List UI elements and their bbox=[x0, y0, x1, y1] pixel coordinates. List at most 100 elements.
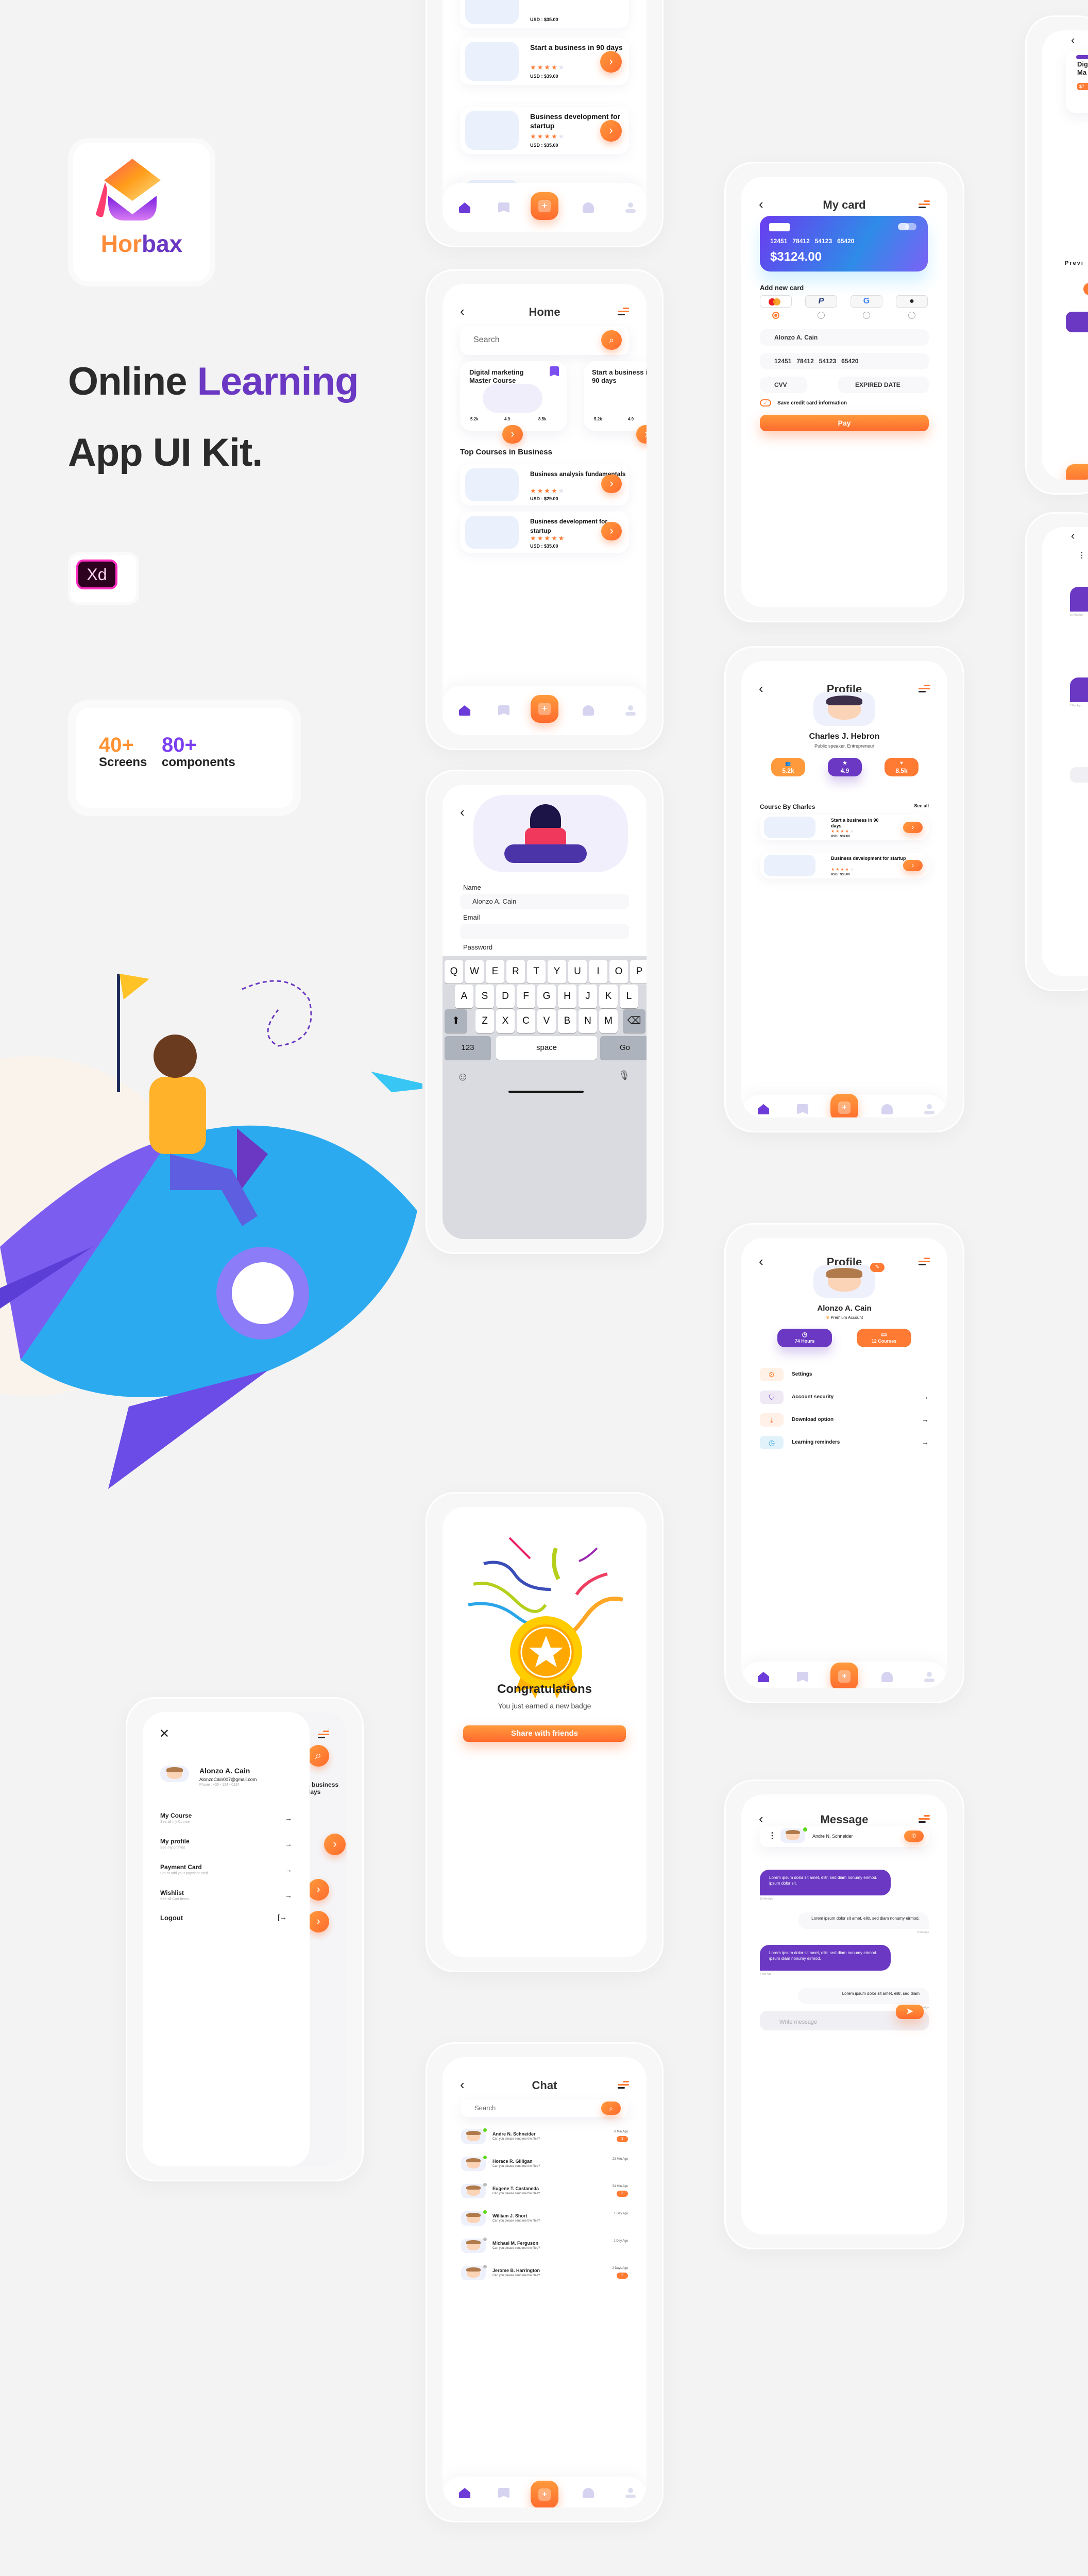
bookmark-icon[interactable] bbox=[498, 2488, 509, 2498]
more-options-icon[interactable]: ⋮ bbox=[768, 1831, 776, 1841]
save-card-checkbox[interactable]: ✓ bbox=[760, 399, 771, 406]
search-input[interactable]: Search ⌕ bbox=[460, 326, 629, 355]
key-o[interactable]: O bbox=[609, 960, 628, 984]
add-button[interactable]: + bbox=[531, 2481, 558, 2507]
key-b[interactable]: B bbox=[558, 1009, 576, 1033]
profile-menu-item[interactable]: ◷ Learning reminders → bbox=[760, 1436, 929, 1449]
add-button[interactable]: + bbox=[830, 1094, 858, 1117]
open-course-button[interactable]: › bbox=[601, 522, 622, 540]
courses-stat[interactable]: ▭ 12 Courses bbox=[857, 1329, 911, 1347]
key-i[interactable]: I bbox=[589, 960, 607, 984]
menu-icon[interactable] bbox=[919, 685, 930, 693]
menu-icon[interactable] bbox=[919, 1258, 930, 1266]
shift-key[interactable]: ⬆ bbox=[445, 1009, 467, 1033]
user-icon[interactable] bbox=[924, 1104, 935, 1114]
home-icon[interactable] bbox=[459, 705, 470, 716]
bookmark-icon[interactable] bbox=[498, 705, 509, 716]
credit-card[interactable]: 12451 78412 54123 65420 $3124.00 bbox=[760, 216, 928, 272]
cardholder-field[interactable]: Alonzo A. Cain bbox=[760, 329, 929, 346]
key-s[interactable]: S bbox=[475, 985, 494, 1008]
bell-icon[interactable] bbox=[881, 1104, 893, 1114]
key-h[interactable]: H bbox=[558, 985, 576, 1008]
search-icon[interactable]: ⌕ bbox=[601, 330, 622, 350]
key-w[interactable]: W bbox=[465, 960, 484, 984]
bell-icon[interactable] bbox=[583, 2488, 594, 2498]
user-icon[interactable] bbox=[625, 705, 636, 716]
radio-apple[interactable] bbox=[908, 312, 915, 319]
likes-stat[interactable]: ♥ 8.5k bbox=[885, 758, 919, 776]
cvv-field[interactable]: CVV bbox=[760, 377, 807, 393]
preview-play-button[interactable] bbox=[1083, 283, 1088, 295]
logout-icon[interactable]: [→ bbox=[278, 1913, 287, 1921]
user-icon[interactable] bbox=[625, 2488, 636, 2498]
list-item[interactable]: Start a business in 90 days ★★★★★ USD : … bbox=[460, 38, 629, 85]
open-course-button[interactable]: › bbox=[600, 51, 622, 73]
add-button[interactable]: + bbox=[531, 192, 558, 220]
open-course-button[interactable]: › bbox=[903, 822, 923, 833]
menu-icon[interactable] bbox=[919, 200, 930, 209]
list-item[interactable]: Business development for startup ★★★★★ U… bbox=[760, 853, 929, 878]
call-button[interactable]: ✆ bbox=[904, 1831, 924, 1842]
search-input[interactable]: Search ⌕ bbox=[461, 2099, 628, 2117]
home-icon[interactable] bbox=[758, 1672, 769, 1682]
profile-menu-item[interactable]: ⚙ Settings bbox=[760, 1368, 929, 1381]
key-p[interactable]: P bbox=[630, 960, 647, 984]
menu-icon[interactable] bbox=[618, 2081, 629, 2089]
back-icon[interactable]: ‹ bbox=[1071, 33, 1075, 47]
edit-avatar-button[interactable]: ✎ bbox=[870, 1263, 885, 1272]
name-field[interactable]: Alonzo A. Cain bbox=[460, 894, 629, 909]
rating-stat[interactable]: ★ 4.9 bbox=[828, 758, 862, 776]
hours-stat[interactable]: ◷ 74 Hours bbox=[777, 1329, 832, 1347]
open-course-button[interactable]: › bbox=[502, 425, 523, 444]
radio-paypal[interactable] bbox=[818, 312, 825, 319]
list-item[interactable]: Business development for startup ★★★★★ U… bbox=[460, 512, 629, 553]
open-course-button[interactable]: › bbox=[903, 860, 923, 871]
key-d[interactable]: D bbox=[496, 985, 515, 1008]
menu-icon[interactable] bbox=[919, 1815, 930, 1823]
emoji-icon[interactable]: ☺ bbox=[457, 1070, 468, 1083]
bell-icon[interactable] bbox=[881, 1672, 893, 1682]
open-course-button[interactable]: › bbox=[636, 425, 647, 444]
drawer-item[interactable]: My profile See my profiles → bbox=[160, 1838, 292, 1855]
key-y[interactable]: Y bbox=[548, 960, 566, 984]
user-icon[interactable] bbox=[924, 1672, 935, 1682]
add-button[interactable]: + bbox=[531, 695, 558, 723]
logout-button[interactable]: Logout bbox=[160, 1914, 183, 1922]
key-k[interactable]: K bbox=[599, 985, 618, 1008]
key-a[interactable]: A bbox=[455, 985, 473, 1008]
key-l[interactable]: L bbox=[620, 985, 638, 1008]
message-input[interactable] bbox=[1070, 767, 1088, 783]
radio-mastercard[interactable] bbox=[772, 312, 779, 319]
key-f[interactable]: F bbox=[517, 985, 535, 1008]
back-icon[interactable]: ‹ bbox=[460, 805, 465, 819]
key-v[interactable]: V bbox=[537, 1009, 556, 1033]
radio-google[interactable] bbox=[863, 312, 870, 319]
key-e[interactable]: E bbox=[486, 960, 504, 984]
enroll-button[interactable] bbox=[1066, 464, 1088, 480]
bookmark-icon[interactable] bbox=[797, 1672, 808, 1682]
chat-row[interactable]: Michael M. Ferguson Can you please send … bbox=[461, 2238, 628, 2254]
chat-row[interactable]: Eugene T. Castaneda Can you please send … bbox=[461, 2183, 628, 2199]
list-item[interactable]: Start a business in 90 days ★★★★★ USD : … bbox=[760, 815, 929, 840]
bookmark-icon[interactable] bbox=[498, 202, 509, 213]
drawer-item[interactable]: Payment Card Set or add your payment car… bbox=[160, 1863, 292, 1881]
home-icon[interactable] bbox=[459, 2488, 470, 2498]
payment-apple[interactable]: ● bbox=[896, 295, 928, 308]
close-icon[interactable]: ✕ bbox=[159, 1726, 169, 1741]
students-stat[interactable]: 👥 5.2k bbox=[771, 758, 805, 776]
home-icon[interactable] bbox=[758, 1104, 769, 1114]
bookmark-icon[interactable] bbox=[797, 1104, 808, 1114]
bell-icon[interactable] bbox=[583, 202, 594, 213]
key-q[interactable]: Q bbox=[445, 960, 463, 984]
featured-course-card[interactable]: Start a business in 90 days 5.2k 4.9 › bbox=[584, 361, 647, 444]
email-field[interactable] bbox=[460, 924, 629, 939]
home-icon[interactable] bbox=[459, 202, 470, 213]
send-button[interactable]: ➤ bbox=[896, 2005, 924, 2019]
payment-google[interactable]: G bbox=[851, 295, 882, 308]
microphone-icon[interactable]: 🎙 bbox=[618, 1070, 630, 1081]
profile-menu-item[interactable]: ⛉ Account security → bbox=[760, 1391, 929, 1404]
key-g[interactable]: G bbox=[537, 985, 556, 1008]
chat-row[interactable]: Horace R. Gilligan Can you please send m… bbox=[461, 2156, 628, 2172]
key-u[interactable]: U bbox=[568, 960, 587, 984]
drawer-item[interactable]: Wishlist See all Cart Items → bbox=[160, 1889, 292, 1907]
